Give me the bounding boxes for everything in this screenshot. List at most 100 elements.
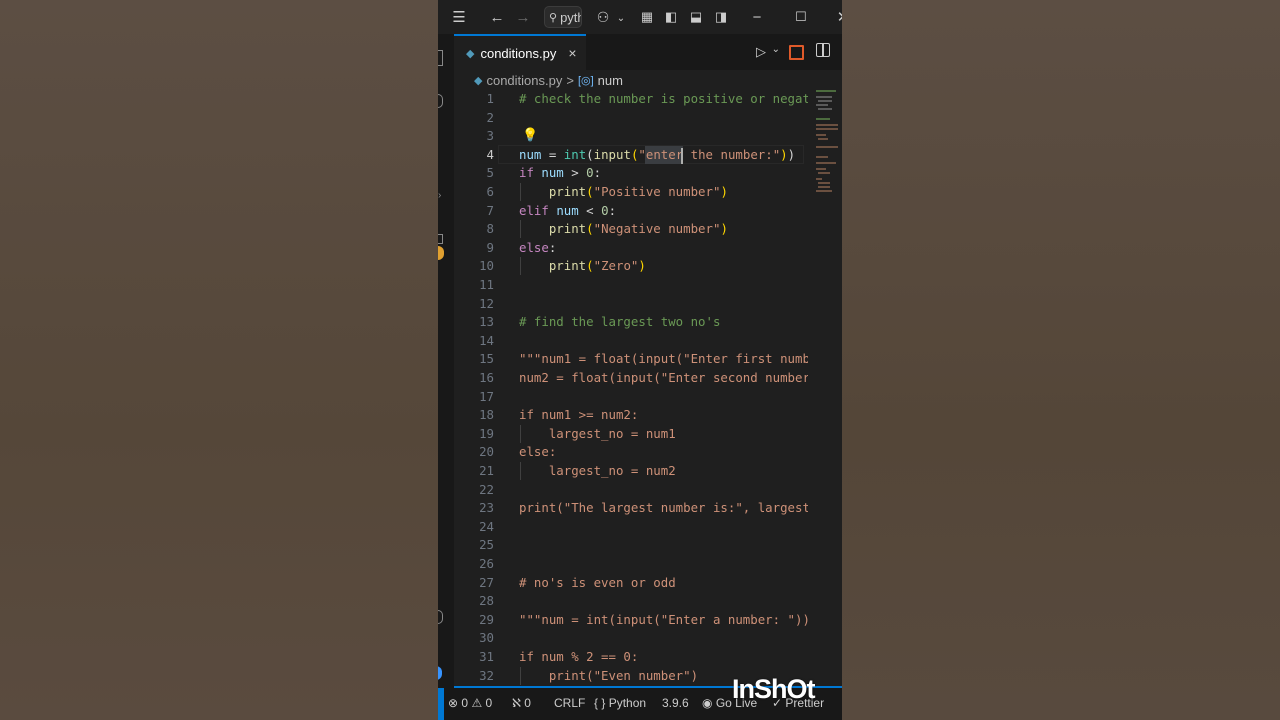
text-cursor <box>681 148 683 164</box>
editor-tab-bar: ◆ conditions.py × ▷ ⌄ <box>454 34 842 70</box>
menu-icon[interactable]: ☰ <box>446 4 472 30</box>
source-control-icon[interactable]: › <box>438 190 441 201</box>
settings-badge-icon[interactable] <box>438 666 442 680</box>
back-arrow-icon[interactable]: ← <box>484 4 510 30</box>
minimap-line <box>818 138 828 140</box>
code-line: if num % 2 == 0: <box>519 649 639 664</box>
code-line: else: <box>519 239 557 255</box>
line-number: 22 <box>454 481 808 500</box>
inshot-watermark: InShOt <box>732 674 815 704</box>
accounts-icon[interactable] <box>438 610 443 624</box>
video-letterbox-right <box>842 0 1280 720</box>
ports-count: 0 <box>524 696 531 710</box>
code-line: print("Positive number") <box>548 184 728 199</box>
tab-label: conditions.py <box>480 45 557 61</box>
code-line: # check the number is positive or negati… <box>454 90 808 109</box>
explorer-icon[interactable] <box>438 50 443 66</box>
forward-arrow-icon[interactable]: → <box>510 4 536 30</box>
minimap-line <box>816 134 826 136</box>
line-number: 25 <box>454 536 808 555</box>
title-bar: ☰ ← → ⚲ pytho ⚇ ⌄ ▦ ◧ ⬓ ◨ − ☐ ✕ <box>438 0 842 34</box>
code-line: largest_no = num2 <box>519 463 676 478</box>
code-line: num2 = float(input("Enter second number:… <box>519 370 808 385</box>
braces-icon: { } <box>594 696 606 710</box>
line-number-label: 24 <box>479 518 494 534</box>
notification-dot-icon <box>438 246 444 260</box>
line-number: 14 <box>454 332 808 351</box>
code-line: largest_no = num1 <box>519 425 676 441</box>
broadcast-icon: ◉ <box>702 696 713 710</box>
minimap-line <box>818 182 830 184</box>
chevron-down-icon[interactable]: ⌄ <box>608 5 634 31</box>
breadcrumb: ◆ conditions.py > [◎] num <box>474 70 623 90</box>
close-tab-icon[interactable]: × <box>568 45 576 61</box>
minimap-line <box>816 146 838 148</box>
minimap-line <box>816 96 832 98</box>
run-options-chevron-icon[interactable]: ⌄ <box>772 44 780 55</box>
minimap-line <box>818 108 832 110</box>
minimap-line <box>816 156 828 158</box>
vscode-window: ☰ ← → ⚲ pytho ⚇ ⌄ ▦ ◧ ⬓ ◨ − ☐ ✕ › ◆ cond… <box>438 0 842 720</box>
minimap-line <box>818 186 830 188</box>
command-center-search[interactable]: ⚲ pytho <box>544 6 582 28</box>
error-count: 0 <box>461 696 469 710</box>
maximize-icon[interactable]: ☐ <box>788 4 814 30</box>
breadcrumb-separator: > <box>566 72 574 88</box>
run-debug-icon[interactable] <box>438 234 443 244</box>
minimap-line <box>816 162 836 164</box>
toggle-secondary-sidebar-icon[interactable]: ◨ <box>708 4 734 30</box>
line-number-label: 3 <box>486 128 494 144</box>
minimap-line <box>816 124 838 126</box>
stop-icon[interactable] <box>789 45 804 60</box>
eol-indicator[interactable]: CRLF <box>554 696 585 710</box>
minimap-line <box>818 172 830 174</box>
remote-indicator[interactable] <box>438 688 444 720</box>
minimap-line <box>816 178 822 180</box>
minimize-icon[interactable]: − <box>744 4 770 30</box>
line-number-label: 25 <box>479 537 494 553</box>
toggle-panel-icon[interactable]: ⬓ <box>683 4 709 30</box>
code-editor[interactable]: 💡 1 2 3 4 5 6 7 8 9 10 11 12 13 14 15 16 17 18 19 20 21 22 23 2… <box>454 90 808 686</box>
line-number: 2 <box>454 109 808 128</box>
line-number: 30 <box>454 629 808 648</box>
line-number: 28 <box>454 592 808 611</box>
tab-conditions-py[interactable]: ◆ conditions.py × <box>454 34 586 70</box>
code-line: """num = int(input("Enter a number: ")) <box>519 611 808 627</box>
command-center-text: pytho <box>560 9 581 25</box>
minimap[interactable] <box>816 88 840 228</box>
close-window-icon[interactable]: ✕ <box>830 4 842 30</box>
code-line: print("The largest number is:", largest_… <box>519 500 808 516</box>
python-file-icon: ◆ <box>474 74 483 87</box>
minimap-line <box>816 190 832 192</box>
split-editor-icon[interactable] <box>816 43 830 57</box>
python-file-icon: ◆ <box>466 47 475 60</box>
activity-bar: › <box>438 34 454 688</box>
language-mode[interactable]: { } Python <box>594 696 646 710</box>
run-file-icon[interactable]: ▷ <box>756 44 766 60</box>
line-number: 17 <box>454 388 808 407</box>
broadcast-icon: ℵ <box>512 696 521 710</box>
minimap-line <box>818 100 832 102</box>
code-line: else: <box>519 444 557 460</box>
problems-indicator[interactable]: ⊗ 0 ⚠ 0 <box>448 696 492 710</box>
breadcrumb-symbol[interactable]: num <box>598 73 623 88</box>
minimap-line <box>816 90 836 92</box>
minimap-line <box>816 118 830 120</box>
warning-icon: ⚠ <box>471 696 483 710</box>
line-number-label: 28 <box>479 593 494 609</box>
minimap-line <box>816 104 828 106</box>
code-line: print("Zero") <box>548 258 646 274</box>
python-version[interactable]: 3.9.6 <box>662 696 689 710</box>
code-comment: # check the number is positive or negati… <box>519 91 808 106</box>
ports-indicator[interactable]: ℵ 0 <box>512 696 531 710</box>
code-line: """num1 = float(input("Enter first numbe… <box>519 351 808 367</box>
variable-symbol-icon: [◎] <box>577 74 594 87</box>
toggle-sidebar-icon[interactable]: ◧ <box>658 4 684 30</box>
breadcrumb-file[interactable]: conditions.py <box>486 73 562 88</box>
layout-customize-icon[interactable]: ▦ <box>634 4 660 30</box>
line-number: 24 <box>454 518 808 537</box>
code-line: if num > 0: <box>519 165 602 181</box>
code-line: # no's is even or odd <box>519 574 676 590</box>
line-number: 3 <box>454 127 808 146</box>
search-view-icon[interactable] <box>438 94 443 108</box>
